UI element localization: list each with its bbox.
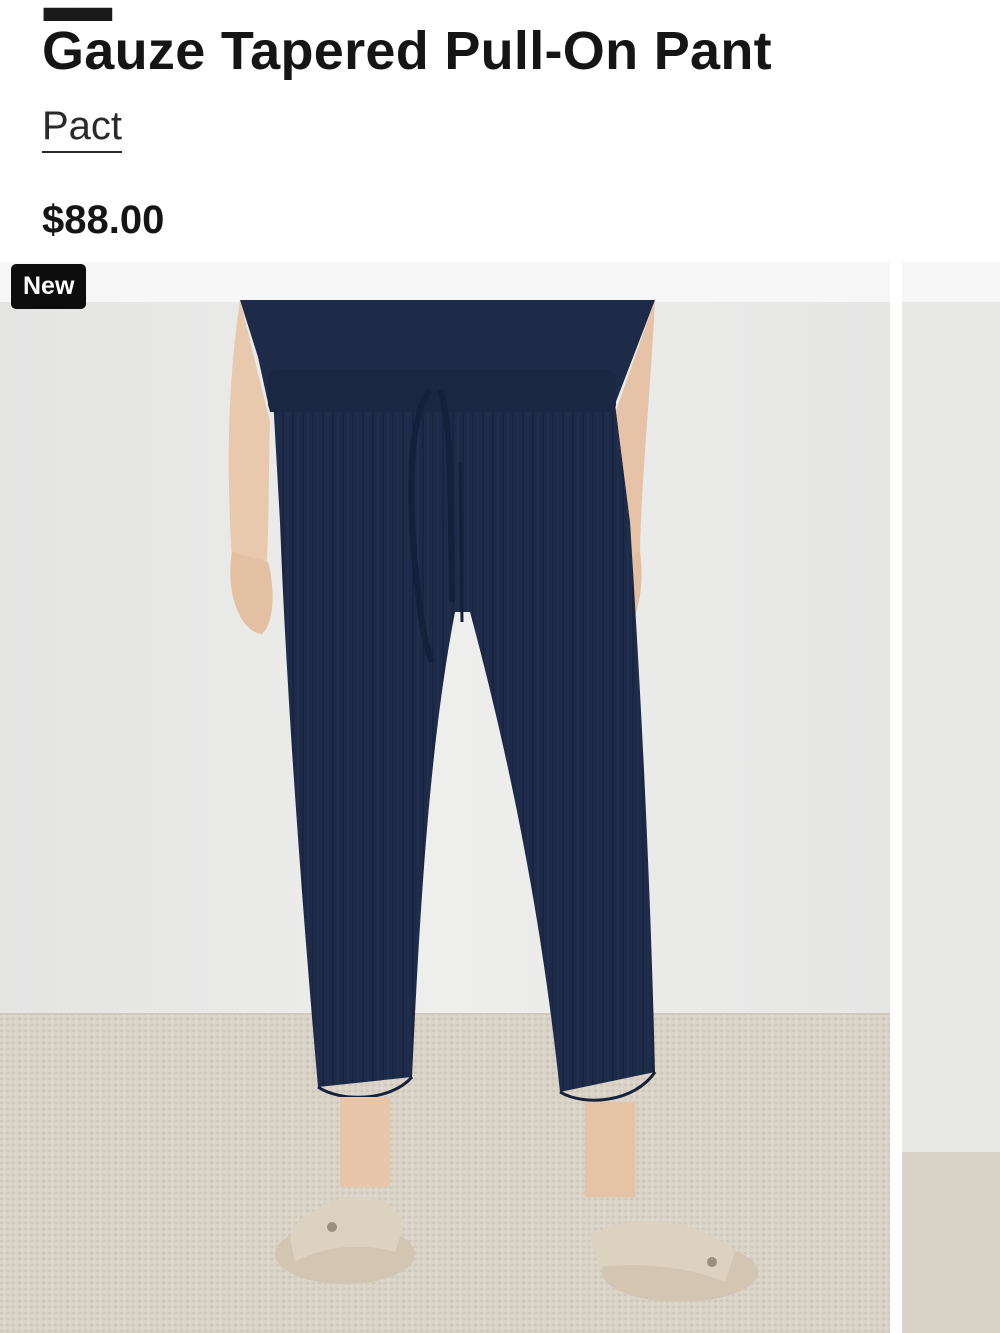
brand-link[interactable]: Pact <box>42 104 123 153</box>
product-image-main[interactable] <box>0 262 890 1333</box>
product-photo <box>0 262 890 1333</box>
carousel-gap <box>890 262 902 1333</box>
product-image-next[interactable] <box>902 262 1000 1333</box>
image-carousel[interactable] <box>0 262 1000 1333</box>
previous-heading-fragment: ▂▂ <box>44 0 112 21</box>
product-price: $88.00 <box>42 198 165 242</box>
new-badge: New <box>11 264 87 309</box>
product-title: Gauze Tapered Pull-On Pant <box>42 21 772 81</box>
next-photo <box>902 262 1000 1333</box>
